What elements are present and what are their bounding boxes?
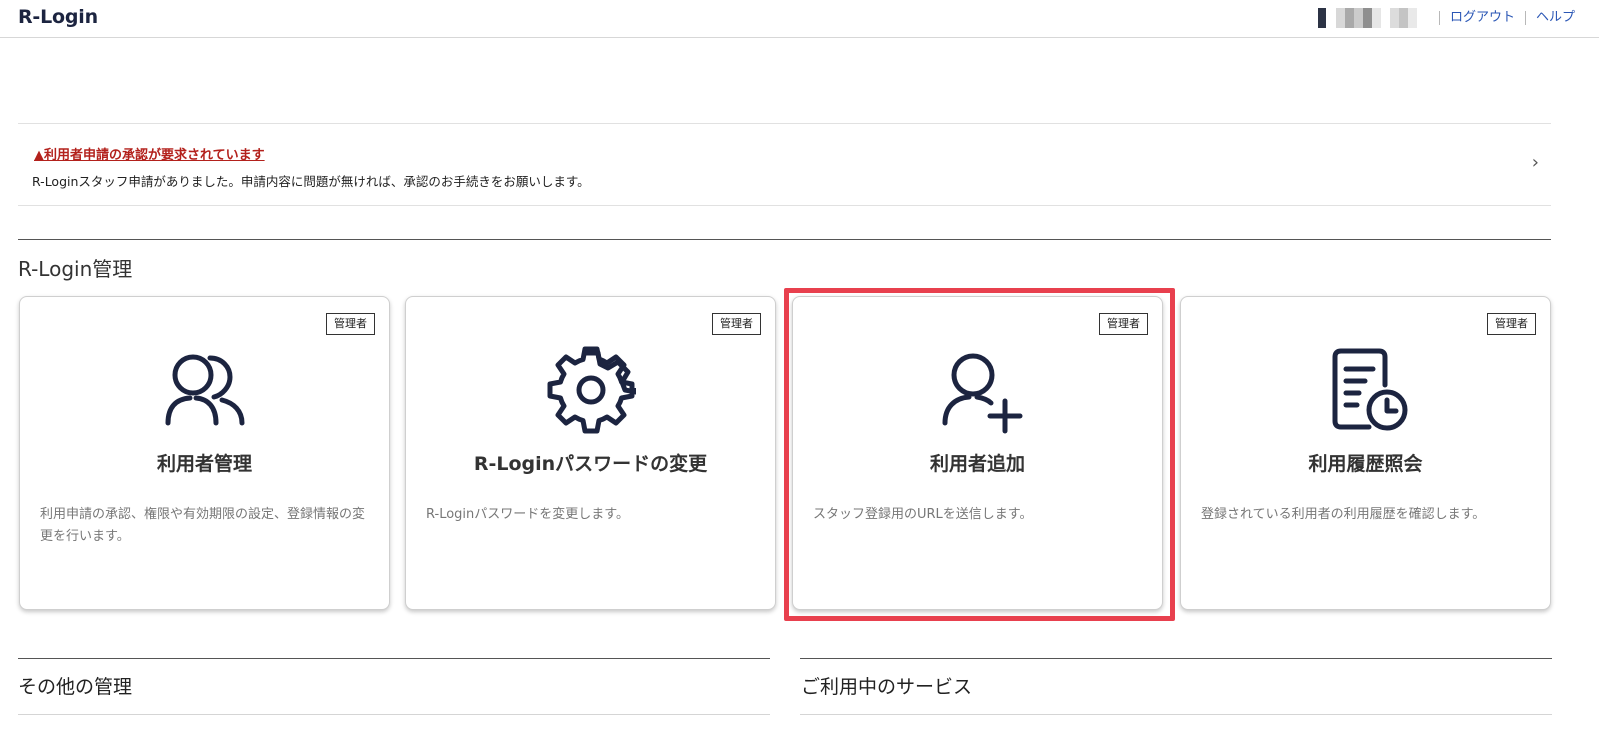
alert-title[interactable]: ▲利用者申請の承認が要求されています	[34, 144, 265, 163]
section-divider	[800, 714, 1552, 715]
history-document-icon	[1332, 348, 1407, 431]
alert-body: R-Loginスタッフ申請がありました。申請内容に問題が無ければ、承認のお手続き…	[32, 174, 590, 189]
services-title: ご利用中のサービス	[801, 676, 973, 698]
gear-icon	[547, 346, 636, 434]
admin-badge: 管理者	[326, 313, 375, 335]
help-link[interactable]: ヘルプ	[1524, 11, 1585, 25]
card-description: 利用申請の承認、権限や有効期限の設定、登録情報の変更を行います。	[40, 507, 366, 544]
admin-badge: 管理者	[712, 313, 761, 335]
section-divider	[800, 658, 1552, 659]
section-divider	[18, 658, 770, 659]
user-area: ログアウト ヘルプ	[1317, 8, 1585, 28]
admin-badge: 管理者	[1099, 313, 1148, 335]
other-management-title: その他の管理	[18, 676, 133, 698]
card-add-user[interactable]: 管理者 利用者追加 スタッフ登録用のURLを送信します。	[792, 296, 1163, 610]
card-description: R-Loginパスワードを変更します。	[426, 507, 629, 522]
card-description: スタッフ登録用のURLを送信します。	[813, 507, 1033, 522]
section-divider	[18, 714, 770, 715]
user-add-icon	[942, 353, 1022, 434]
section-title: R-Login管理	[18, 257, 133, 281]
card-title: 利用者追加	[929, 453, 1025, 475]
card-password-change[interactable]: 管理者 R-Loginパスワードの変更 R-Loginパスワードを変更します。	[405, 296, 776, 610]
section-divider	[18, 239, 1551, 240]
admin-badge: 管理者	[1487, 313, 1536, 335]
card-user-management[interactable]: 管理者 利用者管理 利用申請の承認、権限や有効期限の設定、登録情報の変更を行いま…	[19, 296, 390, 610]
card-title: 利用者管理	[156, 453, 252, 475]
top-header: R-Login ログアウト ヘルプ	[0, 0, 1599, 38]
logout-link[interactable]: ログアウト	[1438, 11, 1525, 25]
chevron-right-icon[interactable]: ›	[1532, 152, 1539, 173]
card-usage-history[interactable]: 管理者 利用履歴照会 登録されている利用者の利用履歴を確認します。	[1180, 296, 1551, 610]
approval-alert[interactable]: ▲利用者申請の承認が要求されています R-Loginスタッフ申請がありました。申…	[18, 123, 1551, 206]
card-description: 登録されている利用者の利用履歴を確認します。	[1201, 507, 1486, 522]
app-logo[interactable]: R-Login	[18, 6, 98, 28]
users-icon	[165, 354, 244, 426]
card-title: 利用履歴照会	[1308, 453, 1423, 475]
user-name-redacted	[1317, 8, 1429, 28]
card-title: R-Loginパスワードの変更	[473, 453, 708, 475]
